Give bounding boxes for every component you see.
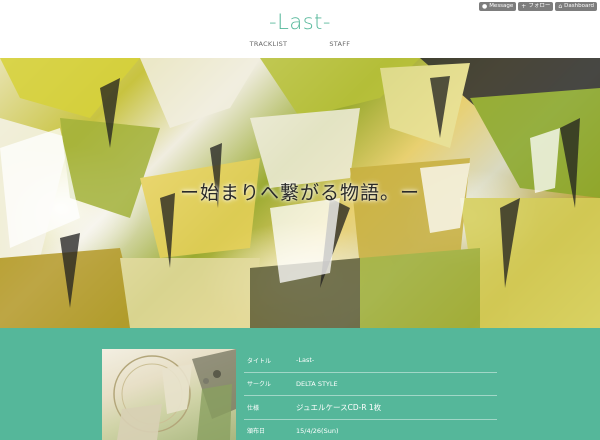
message-label: Message: [489, 3, 514, 9]
main-nav: TRACKLIST STAFF: [0, 40, 600, 48]
spec-value: -Last-: [296, 356, 315, 365]
spec-row-date: 頒布日 15/4/26(Sun): [244, 420, 497, 440]
home-icon: ⌂: [558, 3, 563, 10]
spec-row-circle: サークル DELTA STYLE: [244, 373, 497, 396]
spec-key: 仕様: [247, 404, 260, 412]
jacket-artwork: [113, 349, 236, 440]
site-title[interactable]: -Last-: [0, 10, 600, 34]
spec-key: サークル: [247, 381, 271, 389]
dashboard-label: Dashboard: [564, 3, 594, 9]
spec-key: タイトル: [247, 357, 272, 365]
album-jacket-image: [102, 349, 236, 440]
spec-value: DELTA STYLE: [296, 379, 338, 388]
plus-icon: +: [521, 3, 527, 10]
utility-bar: ● Message + フォロー ⌂ Dashboard: [478, 2, 597, 11]
spec-value: 15/4/26(Sun): [296, 426, 339, 435]
dashboard-button[interactable]: ⌂ Dashboard: [555, 2, 597, 11]
spec-table: タイトル -Last- サークル DELTA STYLE 仕様 ジュエルケースC…: [244, 349, 497, 440]
follow-button[interactable]: + フォロー: [518, 2, 554, 11]
message-icon: ●: [481, 3, 488, 10]
nav-tracklist[interactable]: TRACKLIST: [250, 40, 288, 48]
spec-value: ジュエルケースCD-R 1枚: [296, 402, 382, 412]
hero-banner: ー始まりへ繋がる物語。ー: [0, 58, 600, 328]
spec-row-format: 仕様 ジュエルケースCD-R 1枚: [244, 396, 497, 420]
spec-row-title: タイトル -Last-: [244, 349, 497, 373]
release-info: タイトル -Last- サークル DELTA STYLE 仕様 ジュエルケースC…: [0, 328, 600, 440]
nav-staff[interactable]: STAFF: [329, 40, 350, 48]
follow-label: フォロー: [528, 3, 551, 9]
spec-key: 頒布日: [247, 428, 266, 436]
message-button[interactable]: ● Message: [478, 2, 517, 11]
hero-caption: ー始まりへ繋がる物語。ー: [179, 182, 420, 204]
